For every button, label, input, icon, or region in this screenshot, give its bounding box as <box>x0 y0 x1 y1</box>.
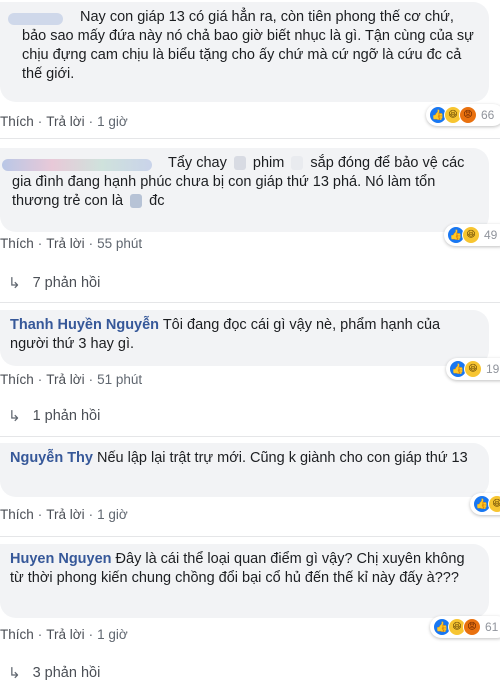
comment-bubble-3: Thanh Huyền Nguyễn Tôi đang đọc cái gì v… <box>0 310 489 366</box>
comment-actions-4: Thích · Trả lời · 1 giờ <box>0 507 128 525</box>
dot-separator: · <box>88 236 94 251</box>
comment-text-4: Nếu lập lại trật trự mới. Cũng k giành c… <box>97 450 468 466</box>
like-link-3[interactable]: Thích <box>0 372 34 387</box>
like-link-5[interactable]: Thích <box>0 627 34 642</box>
reaction-summary-4[interactable]: 👍 😆 <box>470 493 500 515</box>
reaction-summary-3[interactable]: 👍 😆 19 <box>446 358 500 380</box>
like-link-4[interactable]: Thích <box>0 507 34 522</box>
comment-bubble-4: Nguyễn Thy Nếu lập lại trật trự mới. Cũn… <box>0 443 489 497</box>
reply-link-1[interactable]: Trả lời <box>46 114 84 129</box>
reply-link-2[interactable]: Trả lời <box>46 236 84 251</box>
view-replies-2[interactable]: ↳ 7 phản hồi <box>8 272 100 294</box>
redacted-author-2 <box>2 159 152 171</box>
reply-arrow-icon: ↳ <box>8 407 21 425</box>
comment-time-2: 55 phút <box>97 236 143 251</box>
haha-icon: 😆 <box>464 360 482 378</box>
comment-actions-5: Thích · Trả lời · 1 giờ <box>0 627 128 645</box>
redacted-blot <box>130 194 143 209</box>
reply-link-5[interactable]: Trả lời <box>46 627 84 642</box>
redacted-blot <box>233 156 246 171</box>
comment-time-3: 51 phút <box>97 372 143 387</box>
replies-count-3: 1 phản hồi <box>32 408 101 424</box>
reaction-summary-1[interactable]: 👍 😆 😡 66 <box>426 104 500 126</box>
reaction-summary-5[interactable]: 👍 😆 😡 61 <box>430 616 500 638</box>
reaction-summary-2[interactable]: 👍 😆 49 <box>444 224 500 246</box>
dot-separator: · <box>37 627 43 642</box>
comment-author-3[interactable]: Thanh Huyền Nguyễn <box>10 317 159 333</box>
comment-text-2d: đc <box>149 193 165 209</box>
reply-arrow-icon: ↳ <box>8 274 21 292</box>
comment-time-5: 1 giờ <box>97 627 128 642</box>
divider <box>0 436 500 437</box>
divider <box>0 536 500 537</box>
divider <box>0 138 500 139</box>
comment-author-4[interactable]: Nguyễn Thy <box>10 450 93 466</box>
haha-icon: 😆 <box>488 495 500 513</box>
like-link-2[interactable]: Thích <box>0 236 34 251</box>
comment-text-2b: phim <box>252 155 285 171</box>
view-replies-3[interactable]: ↳ 1 phản hồi <box>8 405 100 427</box>
dot-separator: · <box>88 507 94 522</box>
comment-actions-3: Thích · Trả lời · 51 phút <box>0 372 142 390</box>
comment-bubble-2: Tẩy chay phim sắp đóng để bảo vệ các gia… <box>0 148 489 232</box>
angry-icon: 😡 <box>463 618 481 636</box>
dot-separator: · <box>88 627 94 642</box>
dot-separator: · <box>88 372 94 387</box>
redacted-author-1 <box>8 13 63 25</box>
view-replies-5[interactable]: ↳ 3 phản hồi <box>8 662 100 684</box>
dot-separator: · <box>37 114 43 129</box>
replies-count-5: 3 phản hồi <box>32 665 101 681</box>
reply-link-4[interactable]: Trả lời <box>46 507 84 522</box>
divider <box>0 302 500 303</box>
comment-text-2a: Tẩy chay <box>168 155 227 171</box>
dot-separator: · <box>37 507 43 522</box>
comment-author-5[interactable]: Huyen Nguyen <box>10 551 112 567</box>
haha-icon: 😆 <box>462 226 480 244</box>
comment-time-1: 1 giờ <box>97 114 128 129</box>
reaction-count-5: 61 <box>485 620 499 634</box>
reply-arrow-icon: ↳ <box>8 664 21 682</box>
comment-time-4: 1 giờ <box>97 507 128 522</box>
redacted-blot <box>291 156 304 171</box>
reaction-count-3: 19 <box>486 362 500 376</box>
reply-link-3[interactable]: Trả lời <box>46 372 84 387</box>
like-link-1[interactable]: Thích <box>0 114 34 129</box>
dot-separator: · <box>88 114 94 129</box>
dot-separator: · <box>37 372 43 387</box>
reaction-count-2: 49 <box>484 228 498 242</box>
comment-actions-2: Thích · Trả lời · 55 phút <box>0 236 142 254</box>
replies-count-2: 7 phản hồi <box>32 275 101 291</box>
comment-bubble-5: Huyen Nguyen Đây là cái thể loại quan đi… <box>0 544 489 618</box>
reaction-count-1: 66 <box>481 108 495 122</box>
dot-separator: · <box>37 236 43 251</box>
comment-bubble-1: Nay con giáp 13 có giá hẳn ra, còn tiên … <box>0 2 489 102</box>
comment-actions-1: Thích · Trả lời · 1 giờ <box>0 114 128 132</box>
angry-icon: 😡 <box>459 106 477 124</box>
comment-text-1: Nay con giáp 13 có giá hẳn ra, còn tiên … <box>22 9 474 82</box>
